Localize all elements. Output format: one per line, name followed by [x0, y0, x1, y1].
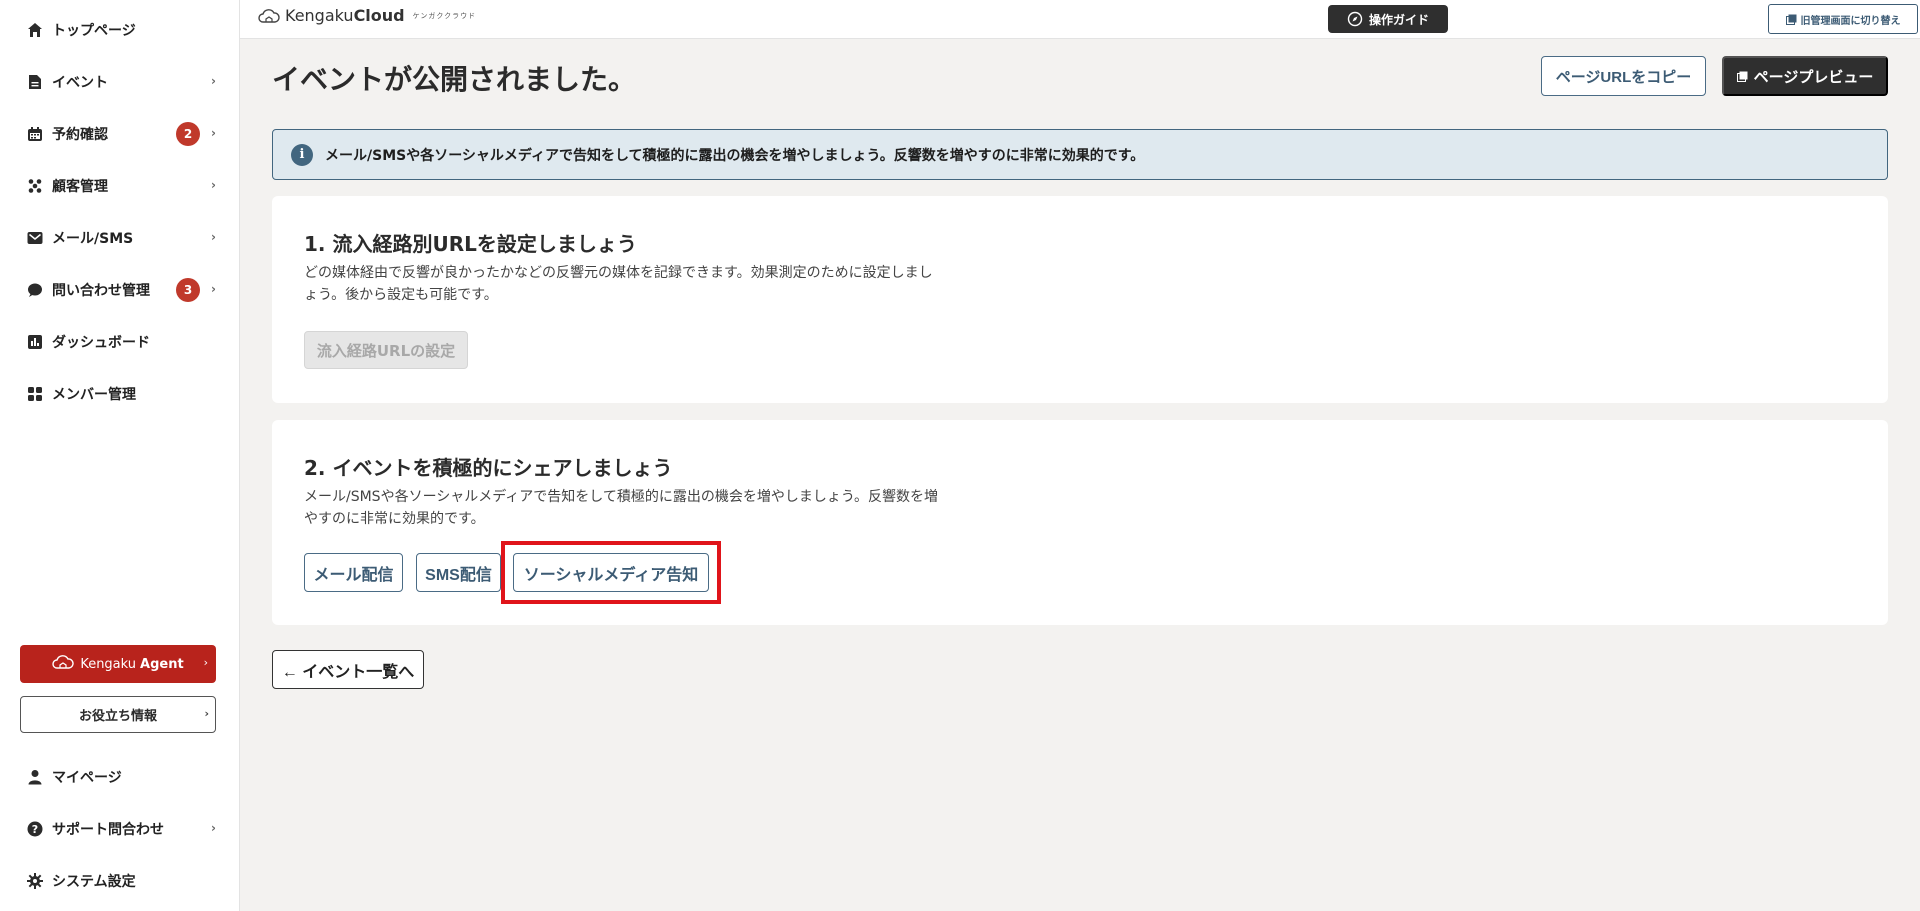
- chevron-right-icon: ›: [211, 282, 216, 296]
- tracking-url-heading: 1. 流入経路別URLを設定しましょう: [304, 232, 637, 256]
- page-preview-label: ページプレビュー: [1753, 68, 1874, 86]
- sidebar-item-my-page[interactable]: マイページ: [26, 762, 216, 792]
- agent-brand-bold-text: Agent: [140, 656, 184, 672]
- share-event-heading: 2. イベントを積極的にシェアしましょう: [304, 456, 673, 480]
- help-icon: ?: [26, 820, 44, 838]
- sms-delivery-button[interactable]: SMS配信: [416, 553, 501, 592]
- agent-brand-text: Kengaku: [80, 656, 137, 672]
- operation-guide-button[interactable]: 操作ガイド: [1328, 5, 1448, 33]
- sidebar-item-label: トップページ: [52, 23, 136, 39]
- mail-icon: [26, 229, 44, 247]
- svg-text:?: ?: [32, 823, 38, 836]
- useful-info-label: お役立ち情報: [78, 709, 157, 724]
- sidebar-item-top-page[interactable]: トップページ: [26, 15, 216, 45]
- top-bar: Kengaku Cloud ケンガククラウド 操作ガイド 旧管理画面に切り替え: [240, 0, 1920, 39]
- chat-icon: [26, 281, 44, 299]
- info-icon: i: [291, 143, 313, 166]
- sidebar-item-label: マイページ: [52, 770, 122, 786]
- user-icon: [26, 768, 44, 786]
- inquiry-count-badge: 3: [176, 278, 200, 302]
- sidebar-item-label: システム設定: [52, 874, 136, 890]
- sidebar-item-reservations[interactable]: 予約確認 2 ›: [26, 119, 216, 149]
- tracking-url-description: どの媒体経由で反響が良かったかなどの反響元の媒体を記録できます。効果測定のために…: [304, 265, 933, 303]
- share-event-card: 2. イベントを積極的にシェアしましょう メール/SMSや各ソーシャルメディアで…: [272, 420, 1888, 625]
- chevron-right-icon: ›: [211, 230, 216, 244]
- chevron-right-icon: ›: [204, 707, 209, 720]
- switch-old-admin-button[interactable]: 旧管理画面に切り替え: [1768, 4, 1918, 34]
- sidebar-item-label: 問い合わせ管理: [52, 283, 150, 299]
- operation-guide-label: 操作ガイド: [1368, 12, 1429, 27]
- sidebar-item-members[interactable]: メンバー管理: [26, 379, 216, 409]
- kengaku-agent-button[interactable]: Kengaku Agent ›: [20, 645, 216, 683]
- cloud-icon: [52, 655, 75, 673]
- sidebar-item-inquiries[interactable]: 問い合わせ管理 3 ›: [26, 275, 216, 305]
- page-preview-button[interactable]: ページプレビュー: [1722, 56, 1888, 96]
- home-icon: [26, 21, 44, 39]
- grid-icon: [26, 385, 44, 403]
- sidebar-item-label: 予約確認: [52, 127, 108, 143]
- sidebar-item-mail-sms[interactable]: メール/SMS ›: [26, 223, 216, 253]
- sidebar-item-label: 顧客管理: [52, 179, 108, 195]
- compass-icon: [1347, 11, 1369, 27]
- sidebar-item-event[interactable]: イベント ›: [26, 67, 216, 97]
- sidebar-item-customers[interactable]: 顧客管理 ›: [26, 171, 216, 201]
- sidebar-item-label: メンバー管理: [52, 387, 136, 403]
- sidebar-item-support[interactable]: ? サポート問合わせ ›: [26, 814, 216, 844]
- page-title: イベントが公開されました。: [272, 63, 637, 96]
- logo-text-light: Kengaku: [285, 6, 354, 25]
- sidebar-item-system-settings[interactable]: システム設定: [26, 866, 216, 896]
- sidebar-item-label: イベント: [52, 75, 108, 91]
- mail-delivery-button[interactable]: メール配信: [304, 553, 403, 592]
- cloud-logo-icon: [258, 8, 280, 23]
- gear-icon: [26, 872, 44, 890]
- tracking-url-card: 1. 流入経路別URLを設定しましょう どの媒体経由で反響が良かったかなどの反響…: [272, 196, 1888, 403]
- info-banner-text: メール/SMSや各ソーシャルメディアで告知をして積極的に露出の機会を増やしましょ…: [325, 147, 1145, 164]
- copy-page-url-button[interactable]: ページURLをコピー: [1541, 56, 1706, 96]
- sidebar-item-dashboard[interactable]: ダッシュボード: [26, 327, 216, 357]
- preview-icon: [1736, 71, 1754, 82]
- share-event-description: メール/SMSや各ソーシャルメディアで告知をして積極的に露出の機会を増やしましょ…: [304, 489, 939, 527]
- sidebar: トップページ イベント › 予約確認 2 › 顧客管理 › メール/SMS › …: [0, 0, 240, 911]
- social-media-announcement-button[interactable]: ソーシャルメディア告知: [513, 553, 709, 592]
- chevron-right-icon: ›: [211, 821, 216, 835]
- chevron-right-icon: ›: [211, 178, 216, 192]
- sidebar-item-label: メール/SMS: [52, 231, 134, 247]
- logo-kana: ケンガククラウド: [412, 11, 477, 20]
- tracking-url-settings-button[interactable]: 流入経路URLの設定: [304, 331, 468, 369]
- document-icon: [26, 73, 44, 91]
- chevron-right-icon: ›: [211, 74, 216, 88]
- customers-icon: [26, 177, 44, 195]
- sidebar-item-label: ダッシュボード: [52, 335, 150, 351]
- chart-icon: [26, 333, 44, 351]
- useful-info-button[interactable]: お役立ち情報 ›: [20, 696, 216, 733]
- back-to-event-list-button[interactable]: ← イベント一覧へ: [272, 650, 424, 689]
- switch-old-admin-label: 旧管理画面に切り替え: [1800, 15, 1901, 27]
- logo-text-bold: Cloud: [353, 6, 405, 25]
- reservation-count-badge: 2: [176, 122, 200, 146]
- sidebar-item-label: サポート問合わせ: [52, 822, 164, 838]
- window-switch-icon: [1785, 14, 1801, 25]
- chevron-right-icon: ›: [203, 656, 208, 669]
- kengaku-cloud-logo[interactable]: Kengaku Cloud ケンガククラウド: [258, 6, 476, 25]
- chevron-right-icon: ›: [211, 126, 216, 140]
- calendar-icon: [26, 125, 44, 143]
- info-banner: i メール/SMSや各ソーシャルメディアで告知をして積極的に露出の機会を増やしま…: [272, 129, 1888, 180]
